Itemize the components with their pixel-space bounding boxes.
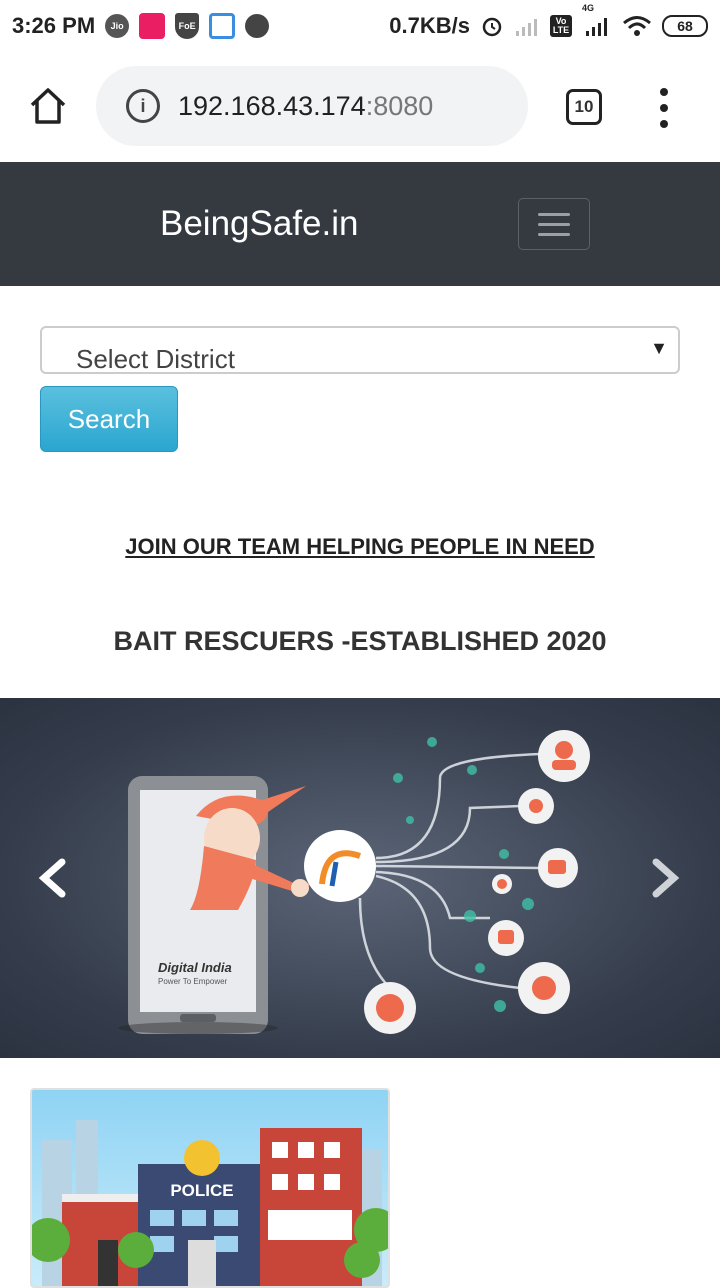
- signal-4g-icon: 4G: [582, 3, 612, 37]
- slide-caption: Digital India: [158, 960, 232, 975]
- tab-switcher-button[interactable]: 10: [566, 89, 602, 125]
- image-carousel: Digital India Power To Empower: [0, 698, 720, 1058]
- navbar-toggle-button[interactable]: [518, 198, 590, 250]
- volte-icon: Vo LTE: [550, 15, 572, 37]
- status-bar: 3:26 PM Jio FoE 0.7KB/s Vo LTE 4G 68: [0, 0, 720, 52]
- join-team-link[interactable]: JOIN OUR TEAM HELPING PEOPLE IN NEED: [0, 534, 720, 560]
- slide-subcaption: Power To Empower: [158, 977, 228, 986]
- district-select[interactable]: Select District ▼: [40, 326, 680, 374]
- phone-icon: [245, 14, 270, 38]
- network-speed: 0.7KB/s: [389, 13, 470, 38]
- url-host: 192.168.43.174: [178, 90, 366, 121]
- foe-icon: FoE: [175, 13, 200, 39]
- url-port: :8080: [365, 90, 434, 121]
- hamburger-icon: [538, 212, 570, 216]
- police-station-illustration: POLICE: [32, 1120, 388, 1286]
- url-bar[interactable]: i 192.168.43.174:8080: [96, 66, 528, 146]
- signal-weak-icon: [514, 15, 540, 37]
- site-navbar: BeingSafe.in: [0, 162, 720, 286]
- police-sign: POLICE: [170, 1181, 233, 1200]
- wifi-icon: [622, 14, 652, 38]
- search-button[interactable]: Search: [40, 386, 178, 452]
- district-select-value: Select District: [76, 344, 235, 374]
- browser-toolbar: i 192.168.43.174:8080 10: [0, 52, 720, 162]
- dropdown-arrow-icon: ▼: [650, 338, 668, 358]
- jio-icon: Jio: [105, 14, 130, 38]
- site-brand[interactable]: BeingSafe.in: [160, 204, 358, 244]
- video-app-icon: [209, 13, 236, 39]
- info-icon[interactable]: i: [126, 89, 160, 123]
- status-time: 3:26 PM: [12, 13, 96, 38]
- app-notification-icon: [139, 13, 166, 39]
- carousel-prev-icon[interactable]: [38, 858, 68, 908]
- carousel-next-icon[interactable]: [650, 858, 680, 908]
- established-heading: BAIT RESCUERS -ESTABLISHED 2020: [113, 626, 607, 656]
- police-station-card[interactable]: POLICE: [30, 1088, 390, 1288]
- home-icon[interactable]: [28, 86, 68, 126]
- more-options-icon[interactable]: [654, 88, 674, 128]
- digital-india-illustration: Digital India Power To Empower: [118, 730, 590, 1034]
- alarm-icon: [480, 14, 504, 38]
- network-type-label: 4G: [582, 3, 595, 13]
- battery-icon: 68: [662, 15, 708, 37]
